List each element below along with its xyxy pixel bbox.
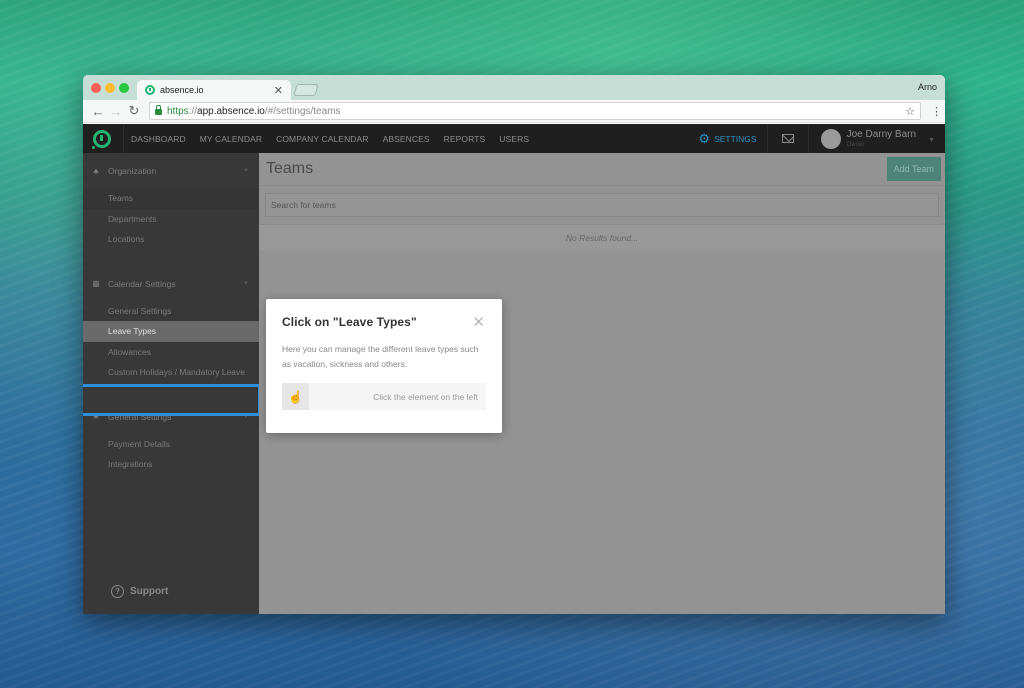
nav-users[interactable]: USERS: [492, 134, 536, 144]
search-container: [259, 186, 945, 225]
support-link[interactable]: ? Support: [111, 585, 168, 598]
chevron-down-icon: ▼: [928, 137, 935, 144]
page-title: Teams: [266, 160, 314, 177]
browser-titlebar: absence.io ✕ Arno: [83, 75, 945, 100]
chevron-down-icon: ▼: [243, 168, 249, 174]
page-header: Teams Add Team: [259, 153, 945, 186]
address-bar[interactable]: https://app.absence.io/#/settings/teams …: [149, 102, 921, 120]
browser-tab[interactable]: absence.io ✕: [137, 80, 291, 100]
nav-settings[interactable]: ⚙ SETTINGS: [688, 131, 766, 147]
browser-toolbar: ← → ↻ https://app.absence.io/#/settings/…: [83, 100, 945, 123]
settings-label: SETTINGS: [714, 133, 757, 144]
absence-favicon-icon: [145, 85, 155, 95]
maximize-window-button[interactable]: [119, 83, 129, 93]
bookmark-star-icon[interactable]: ☆: [905, 105, 915, 118]
user-role: Owner: [846, 141, 865, 148]
gear-icon: ✹: [92, 412, 100, 421]
sidebar-item-departments[interactable]: Departments: [83, 209, 259, 230]
chevron-down-icon: ▼: [243, 280, 249, 287]
popover-title: Click on "Leave Types": [282, 315, 417, 329]
minimize-window-button[interactable]: [105, 83, 115, 93]
section-label: General Settings: [108, 411, 172, 422]
new-tab-button[interactable]: [293, 84, 319, 96]
sitemap-icon: ♣: [93, 166, 99, 176]
nav-company-calendar[interactable]: COMPANY CALENDAR: [269, 134, 375, 144]
nav-reports[interactable]: REPORTS: [437, 134, 493, 144]
close-window-button[interactable]: [91, 83, 101, 93]
absence-logo-icon[interactable]: [92, 129, 111, 149]
nav-right: ⚙ SETTINGS Joe Darny Barn Owner ▼: [688, 124, 945, 153]
calendar-icon: ▦: [92, 279, 100, 288]
envelope-icon: [781, 134, 794, 143]
sidebar-item-teams[interactable]: Teams: [83, 188, 259, 209]
avatar: [820, 128, 841, 149]
forward-arrow-icon[interactable]: →: [107, 104, 125, 119]
url-separator: ://: [188, 105, 198, 117]
url-path: /#/settings/teams: [264, 105, 341, 117]
user-menu[interactable]: Joe Darny Barn Owner ▼: [809, 124, 945, 153]
sidebar-section-general-settings[interactable]: ✹ General Settings ▼: [83, 407, 259, 427]
question-circle-icon: ?: [111, 585, 124, 598]
gears-icon: ⚙: [698, 130, 711, 146]
nav-absences[interactable]: ABSENCES: [376, 134, 437, 144]
reload-icon[interactable]: ↻: [125, 103, 143, 119]
nav-my-calendar[interactable]: MY CALENDAR: [193, 134, 269, 144]
sidebar-item-general-settings[interactable]: General Settings: [83, 301, 259, 322]
sidebar-item-locations[interactable]: Locations: [83, 229, 259, 250]
sidebar-item-custom-holidays[interactable]: Custom Holidays / Mandatory Leave: [83, 362, 259, 383]
pointer-hand-icon: ☝: [282, 383, 309, 410]
url-scheme: https: [167, 105, 189, 117]
empty-state-message: No Results found...: [259, 225, 945, 250]
nav-dashboard[interactable]: DASHBOARD: [124, 134, 193, 144]
close-icon[interactable]: ✕: [472, 313, 485, 331]
back-arrow-icon[interactable]: ←: [89, 104, 107, 119]
sidebar-section-organization[interactable]: ♣ Organization ▼: [83, 161, 259, 181]
popover-hint-text: Click the element on the left: [373, 391, 478, 402]
lock-icon: [155, 105, 162, 115]
settings-sidebar: ♣ Organization ▼ Teams Departments Locat…: [83, 153, 261, 614]
messages-button[interactable]: [766, 124, 809, 153]
url-host: app.absence.io: [197, 105, 265, 117]
tab-close-icon[interactable]: ✕: [274, 84, 283, 97]
popover-hint: ☝ Click the element on the left: [282, 383, 486, 410]
add-team-button[interactable]: Add Team: [886, 157, 941, 181]
sidebar-item-allowances[interactable]: Allowances: [83, 342, 259, 363]
section-label: Calendar Settings: [108, 278, 176, 289]
sidebar-item-integrations[interactable]: Integrations: [83, 454, 259, 475]
tab-title: absence.io: [160, 85, 204, 95]
sidebar-item-leave-types[interactable]: Leave Types: [83, 321, 259, 342]
tour-popover: Click on "Leave Types" ✕ Here you can ma…: [266, 299, 502, 433]
absence-app: DASHBOARD MY CALENDAR COMPANY CALENDAR A…: [83, 124, 945, 614]
popover-body: Here you can manage the different leave …: [282, 344, 479, 369]
support-label: Support: [130, 586, 169, 597]
browser-window: absence.io ✕ Arno ← → ↻ https://app.abse…: [83, 75, 945, 614]
top-navigation: DASHBOARD MY CALENDAR COMPANY CALENDAR A…: [83, 124, 945, 153]
sidebar-item-payment-details[interactable]: Payment Details: [83, 434, 259, 455]
search-input[interactable]: [265, 193, 939, 217]
user-name: Joe Darny Barn: [846, 128, 917, 140]
browser-profile-name[interactable]: Arno: [918, 82, 937, 92]
section-label: Organization: [108, 166, 157, 176]
browser-menu-icon[interactable]: ⋮: [931, 105, 942, 118]
sidebar-section-calendar-settings[interactable]: ▦ Calendar Settings ▼: [83, 274, 259, 294]
chevron-down-icon: ▼: [243, 413, 249, 420]
